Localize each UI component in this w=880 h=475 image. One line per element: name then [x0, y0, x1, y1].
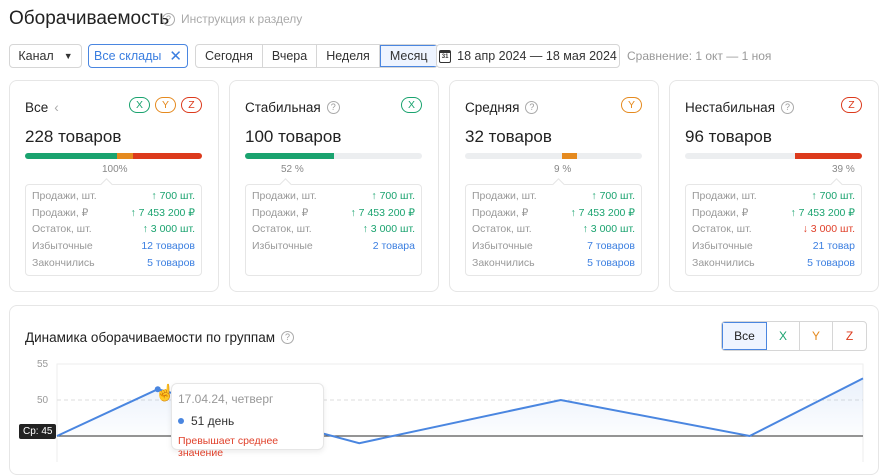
- tooltip-value: 51 день: [191, 414, 235, 428]
- tooltip-date: 17.04.24, четверг: [178, 392, 274, 406]
- chart-tooltip: 17.04.24, четверг 51 день Превышает сред…: [171, 383, 324, 459]
- average-label: Ср: 45: [19, 424, 57, 439]
- tooltip-note: Превышает среднее значение: [178, 435, 279, 459]
- series-dot-icon: [178, 418, 184, 424]
- line-chart: ☝: [56, 363, 864, 462]
- y-tick: 50: [37, 395, 49, 406]
- y-tick: 55: [37, 359, 49, 370]
